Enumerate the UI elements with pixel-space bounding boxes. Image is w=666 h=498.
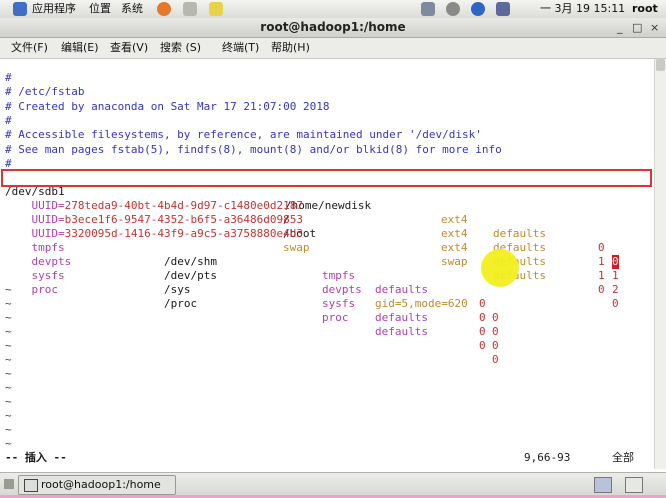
bluetooth-icon[interactable]	[471, 2, 485, 16]
comment-line: # /etc/fstab	[5, 85, 85, 98]
window-titlebar[interactable]: root@hadoop1:/home _ □ ×	[0, 18, 666, 38]
fstab-uuid-row: UUID=278teda9-40bt-4b4d-9d97-c1480e0d218…	[5, 185, 645, 282]
comment-line: #	[5, 114, 12, 127]
field-pass: 0	[612, 297, 619, 310]
fstab-uuid-row: UUID=b3ece1f6-9547-4352-b6f5-a36486d0985…	[5, 199, 645, 296]
field-pass: 0	[492, 325, 499, 338]
empty-line-marker: ~	[5, 381, 12, 394]
field-options: defaults	[375, 325, 428, 338]
maximize-button[interactable]: □	[632, 18, 642, 37]
fstab-uuid-row: UUID=3320095d-1416-43f9-a9c5-a3758880e4d…	[5, 213, 645, 310]
empty-line-marker: ~	[5, 423, 12, 436]
menu-bar: 文件(F) 编辑(E) 查看(V) 搜索 (S) 终端(T) 帮助(H)	[0, 38, 666, 59]
clock[interactable]: 一 3月 19 15:11	[540, 0, 625, 18]
empty-line-marker: ~	[5, 367, 12, 380]
field-mount: /proc	[164, 297, 198, 310]
show-desktop-icon[interactable]	[4, 479, 14, 489]
comment-line: # Created by anaconda on Sat Mar 17 21:0…	[5, 100, 330, 113]
comment-line: # Accessible filesystems, by reference, …	[5, 128, 482, 141]
field-dump: 0	[479, 297, 486, 310]
empty-line-marker: ~	[5, 353, 12, 366]
field-dump: 0	[479, 311, 486, 324]
empty-line-marker: ~	[5, 325, 12, 338]
workspace-switcher-icon[interactable]	[594, 477, 612, 493]
scrollbar-thumb[interactable]	[656, 59, 665, 71]
fstab-row: devpts /dev/pts devpts gid=5,mode=620 0 …	[5, 241, 645, 338]
menu-search[interactable]: 搜索 (S)	[160, 38, 201, 58]
fstab-row: sysfs /sys sysfs defaults 0 0	[5, 255, 645, 352]
comment-line: # See man pages fstab(5), findfs(8), mou…	[5, 143, 502, 156]
field-type: proc	[322, 311, 349, 324]
highlight-box	[1, 169, 652, 187]
field-pass: 0	[492, 353, 499, 366]
top-panel: 应用程序 位置 系统 一 3月 19 15:11 root	[0, 0, 666, 19]
click-indicator	[481, 249, 519, 287]
window-title: root@hadoop1:/home	[260, 20, 406, 34]
app-menu-icon[interactable]	[13, 2, 27, 16]
field-type: sysfs	[322, 297, 356, 310]
field-dump: 0	[479, 339, 486, 352]
taskbar-window-label: root@hadoop1:/home	[41, 478, 161, 491]
cursor-position: 9,66-93	[524, 451, 571, 464]
bottom-panel: root@hadoop1:/home	[0, 472, 666, 498]
field-pass: 0	[492, 339, 499, 352]
menu-view[interactable]: 查看(V)	[110, 38, 148, 58]
empty-line-marker: ~	[5, 297, 12, 310]
terminal-icon	[24, 479, 38, 492]
empty-line-marker: ~	[5, 409, 12, 422]
scroll-position: 全部	[612, 451, 634, 464]
terminal-area[interactable]: # # /etc/fstab # Created by anaconda on …	[0, 59, 654, 469]
empty-line-marker: ~	[5, 311, 12, 324]
volume-icon[interactable]	[446, 2, 460, 16]
workspace-switcher-icon[interactable]	[625, 477, 643, 493]
fstab-row: tmpfs /dev/shm tmpfs defaults 0 0	[5, 227, 645, 324]
taskbar-window-button[interactable]: root@hadoop1:/home	[18, 475, 176, 495]
minimize-button[interactable]: _	[617, 18, 623, 37]
system-menu[interactable]: 系统	[121, 0, 143, 18]
terminal-scrollbar[interactable]	[654, 59, 666, 469]
empty-line-marker: ~	[5, 283, 12, 296]
close-button[interactable]: ×	[650, 18, 659, 37]
field-options: defaults	[375, 311, 428, 324]
field-device: proc	[31, 283, 59, 296]
mail-icon[interactable]	[183, 2, 197, 16]
field-mount: /sys	[164, 283, 191, 296]
empty-line-marker: ~	[5, 339, 12, 352]
menu-help[interactable]: 帮助(H)	[271, 38, 310, 58]
menu-terminal[interactable]: 终端(T)	[222, 38, 259, 58]
fstab-row: proc /proc proc defaults 0 0	[5, 269, 645, 366]
field-dump: 0	[479, 325, 486, 338]
menu-edit[interactable]: 编辑(E)	[61, 38, 99, 58]
empty-line-marker: ~	[5, 395, 12, 408]
field-pass: 2	[612, 283, 619, 296]
places-menu[interactable]: 位置	[89, 0, 111, 18]
notes-icon[interactable]	[209, 2, 223, 16]
field-pass: 0	[492, 311, 499, 324]
comment-line: #	[5, 71, 12, 84]
empty-line-marker: ~	[5, 437, 12, 450]
update-icon[interactable]	[496, 2, 510, 16]
field-options: defaults	[375, 283, 428, 296]
applications-menu[interactable]: 应用程序	[32, 0, 76, 18]
field-options: gid=5,mode=620	[375, 297, 468, 310]
network-icon[interactable]	[421, 2, 435, 16]
vim-mode-indicator: -- 插入 --	[5, 451, 67, 464]
firefox-icon[interactable]	[157, 2, 171, 16]
field-type: devpts	[322, 283, 362, 296]
field-dump: 0	[598, 283, 605, 296]
menu-file[interactable]: 文件(F)	[11, 38, 48, 58]
user-name[interactable]: root	[632, 0, 658, 18]
